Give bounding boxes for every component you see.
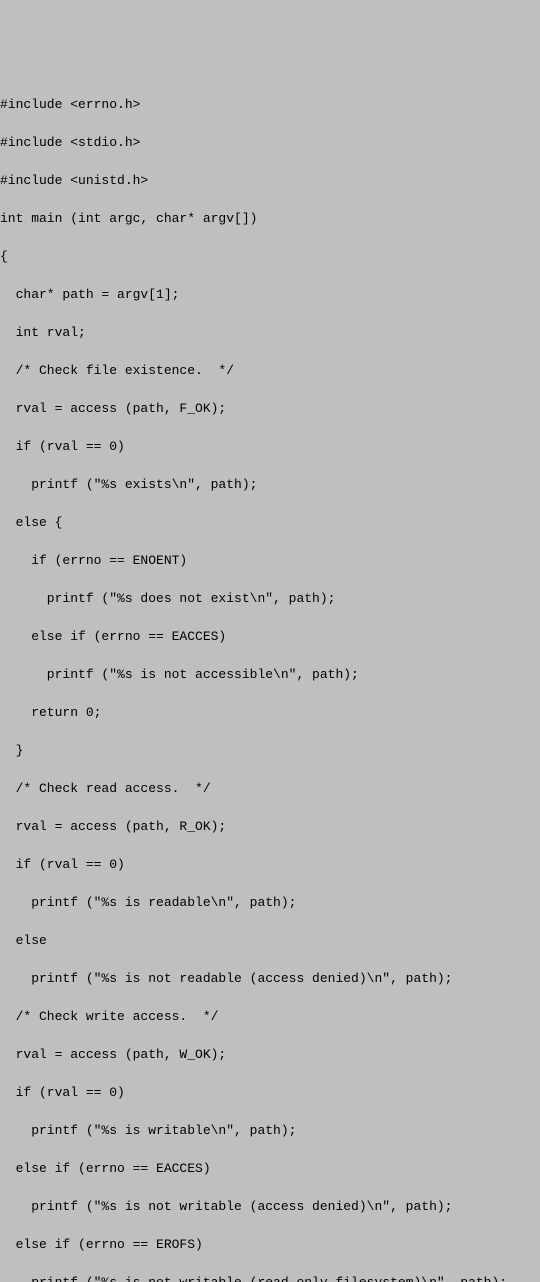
code-line: else if (errno == EACCES) xyxy=(0,1159,540,1178)
code-line: int rval; xyxy=(0,323,540,342)
code-line: printf ("%s is readable\n", path); xyxy=(0,893,540,912)
code-line: if (rval == 0) xyxy=(0,1083,540,1102)
code-line: #include <unistd.h> xyxy=(0,171,540,190)
code-block: #include <errno.h> #include <stdio.h> #i… xyxy=(0,76,540,1282)
code-line: #include <stdio.h> xyxy=(0,133,540,152)
code-line: char* path = argv[1]; xyxy=(0,285,540,304)
code-line: /* Check read access. */ xyxy=(0,779,540,798)
code-line: /* Check write access. */ xyxy=(0,1007,540,1026)
code-line: /* Check file existence. */ xyxy=(0,361,540,380)
code-line: if (errno == ENOENT) xyxy=(0,551,540,570)
code-line: int main (int argc, char* argv[]) xyxy=(0,209,540,228)
code-line: printf ("%s is not readable (access deni… xyxy=(0,969,540,988)
code-line: printf ("%s is not writable (access deni… xyxy=(0,1197,540,1216)
code-line: return 0; xyxy=(0,703,540,722)
code-line: if (rval == 0) xyxy=(0,855,540,874)
code-line: printf ("%s is not writable (read-only f… xyxy=(0,1273,540,1282)
code-line: else if (errno == EROFS) xyxy=(0,1235,540,1254)
code-line: else { xyxy=(0,513,540,532)
code-line: } xyxy=(0,741,540,760)
code-line: printf ("%s does not exist\n", path); xyxy=(0,589,540,608)
code-line: #include <errno.h> xyxy=(0,95,540,114)
code-line: printf ("%s exists\n", path); xyxy=(0,475,540,494)
code-line: printf ("%s is writable\n", path); xyxy=(0,1121,540,1140)
code-line: else xyxy=(0,931,540,950)
code-line: rval = access (path, F_OK); xyxy=(0,399,540,418)
code-line: rval = access (path, W_OK); xyxy=(0,1045,540,1064)
code-line: rval = access (path, R_OK); xyxy=(0,817,540,836)
code-line: printf ("%s is not accessible\n", path); xyxy=(0,665,540,684)
code-line: { xyxy=(0,247,540,266)
code-line: else if (errno == EACCES) xyxy=(0,627,540,646)
code-line: if (rval == 0) xyxy=(0,437,540,456)
